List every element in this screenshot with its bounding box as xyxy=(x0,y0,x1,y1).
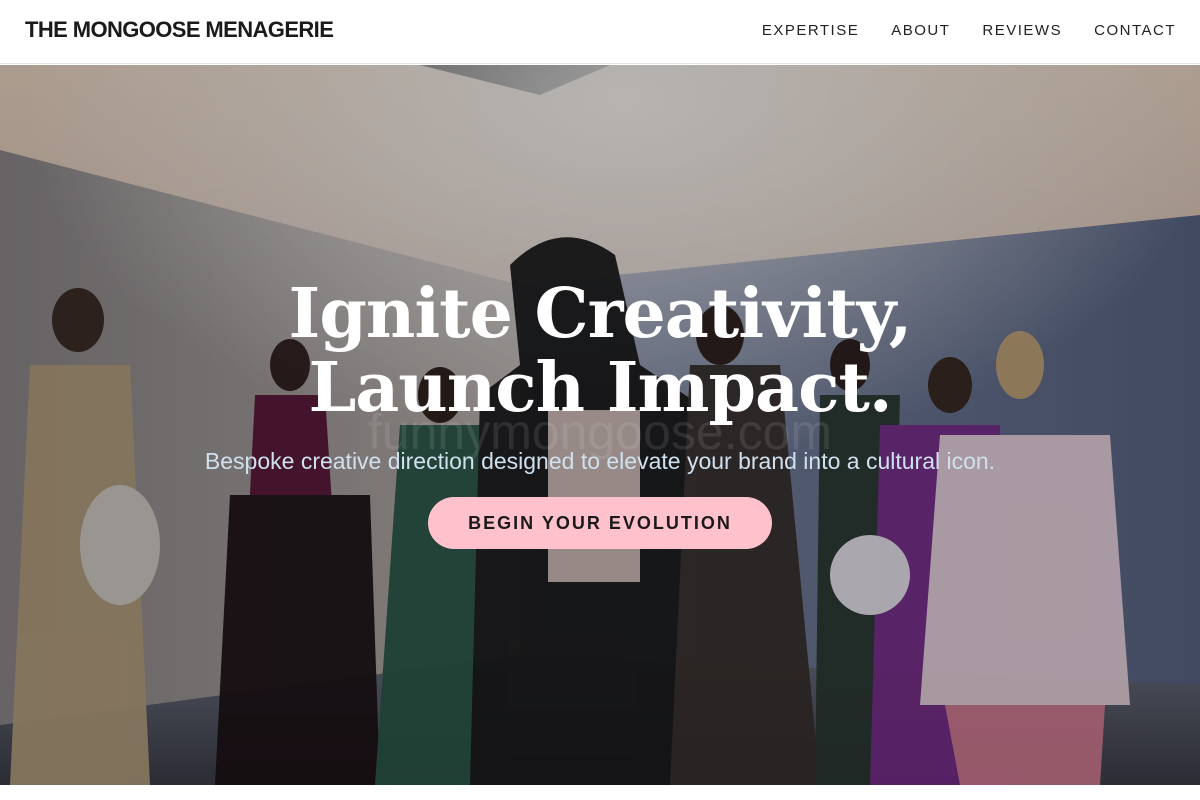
nav-link-expertise[interactable]: EXPERTISE xyxy=(762,22,859,39)
begin-evolution-button[interactable]: BEGIN YOUR EVOLUTION xyxy=(428,497,772,549)
nav-link-about[interactable]: ABOUT xyxy=(891,22,950,39)
site-header: THE MONGOOSE MENAGERIE EXPERTISE ABOUT R… xyxy=(0,0,1200,64)
page-bottom-strip xyxy=(0,785,1200,800)
hero-section: funnymongoose.com Ignite Creativity, Lau… xyxy=(0,65,1200,785)
nav-link-contact[interactable]: CONTACT xyxy=(1094,22,1176,39)
hero-subtitle: Bespoke creative direction designed to e… xyxy=(204,448,996,474)
nav-link-reviews[interactable]: REVIEWS xyxy=(982,22,1062,39)
hero-title: Ignite Creativity, Launch Impact. xyxy=(288,274,913,428)
main-nav: EXPERTISE ABOUT REVIEWS CONTACT xyxy=(762,22,1176,39)
hero-content: Ignite Creativity, Launch Impact. Bespok… xyxy=(150,277,1050,549)
brand-logo[interactable]: THE MONGOOSE MENAGERIE xyxy=(25,17,334,43)
